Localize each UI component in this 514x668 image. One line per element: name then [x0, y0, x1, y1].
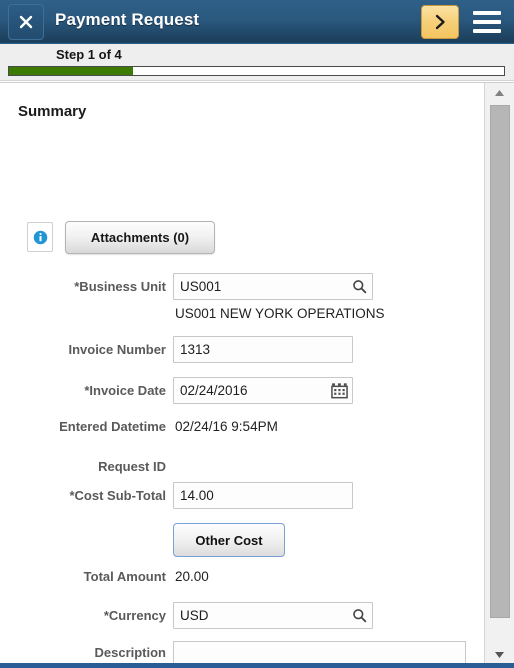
description-textarea[interactable]: [173, 641, 466, 665]
entered-datetime-value: 02/24/16 9:54PM: [175, 419, 278, 434]
entered-datetime-label: Entered Datetime: [59, 419, 166, 434]
scroll-up-button[interactable]: [485, 83, 514, 103]
app-header: Payment Request: [0, 0, 514, 44]
attachments-button[interactable]: Attachments (0): [65, 221, 215, 254]
cost-subtotal-input[interactable]: [173, 482, 353, 509]
scrollbar-thumb[interactable]: [490, 105, 510, 618]
next-step-button[interactable]: [421, 5, 459, 39]
request-id-label: Request ID: [98, 459, 166, 474]
bottom-accent-bar: [0, 663, 514, 668]
page-title: Payment Request: [55, 10, 200, 29]
section-title: Summary: [18, 103, 87, 120]
currency-input[interactable]: [173, 602, 373, 629]
hamburger-menu-icon-bar-1: [473, 11, 501, 15]
hamburger-menu-icon-bar-2: [473, 20, 501, 24]
search-icon: [352, 609, 366, 623]
triangle-up-icon: [495, 90, 504, 96]
invoice-date-label: *Invoice Date: [84, 383, 166, 398]
vertical-scrollbar[interactable]: [484, 83, 514, 665]
payment-request-screen: Payment Request Step 1 of 4 Summary Atta…: [0, 0, 514, 668]
calendar-icon: [330, 383, 348, 399]
search-icon: [352, 280, 366, 294]
info-circle-icon: [33, 230, 47, 244]
scroll-area: Summary Attachments (0) *Business Unit U…: [0, 83, 484, 665]
currency-label: *Currency: [103, 608, 166, 623]
currency-lookup-button[interactable]: [345, 602, 373, 629]
invoice-date-calendar-button[interactable]: [325, 377, 353, 404]
invoice-number-label: Invoice Number: [68, 342, 166, 357]
close-button[interactable]: [8, 4, 44, 40]
progress-fill: [9, 67, 133, 75]
scroll-down-button[interactable]: [485, 645, 514, 665]
progress-track: [8, 66, 505, 76]
close-x-icon: [19, 15, 33, 29]
total-amount-label: Total Amount: [83, 569, 166, 584]
info-button[interactable]: [27, 222, 53, 252]
hamburger-menu-icon-bar-3: [473, 29, 501, 33]
business-unit-lookup-button[interactable]: [345, 273, 373, 300]
invoice-number-input[interactable]: [173, 336, 353, 363]
business-unit-input[interactable]: [173, 273, 373, 300]
form-content-pane: Summary Attachments (0) *Business Unit U…: [0, 82, 514, 665]
chevron-right-icon: [435, 14, 445, 30]
step-progress-bar: Step 1 of 4: [0, 44, 514, 81]
business-unit-label: *Business Unit: [74, 279, 166, 294]
step-label: Step 1 of 4: [56, 47, 122, 62]
other-cost-button[interactable]: Other Cost: [173, 523, 285, 557]
business-unit-description: US001 NEW YORK OPERATIONS: [175, 306, 385, 321]
hamburger-menu-button[interactable]: [473, 9, 501, 35]
triangle-down-icon: [495, 652, 504, 658]
description-label: Description: [94, 645, 166, 660]
cost-subtotal-label: *Cost Sub-Total: [69, 488, 166, 503]
total-amount-value: 20.00: [175, 569, 209, 584]
